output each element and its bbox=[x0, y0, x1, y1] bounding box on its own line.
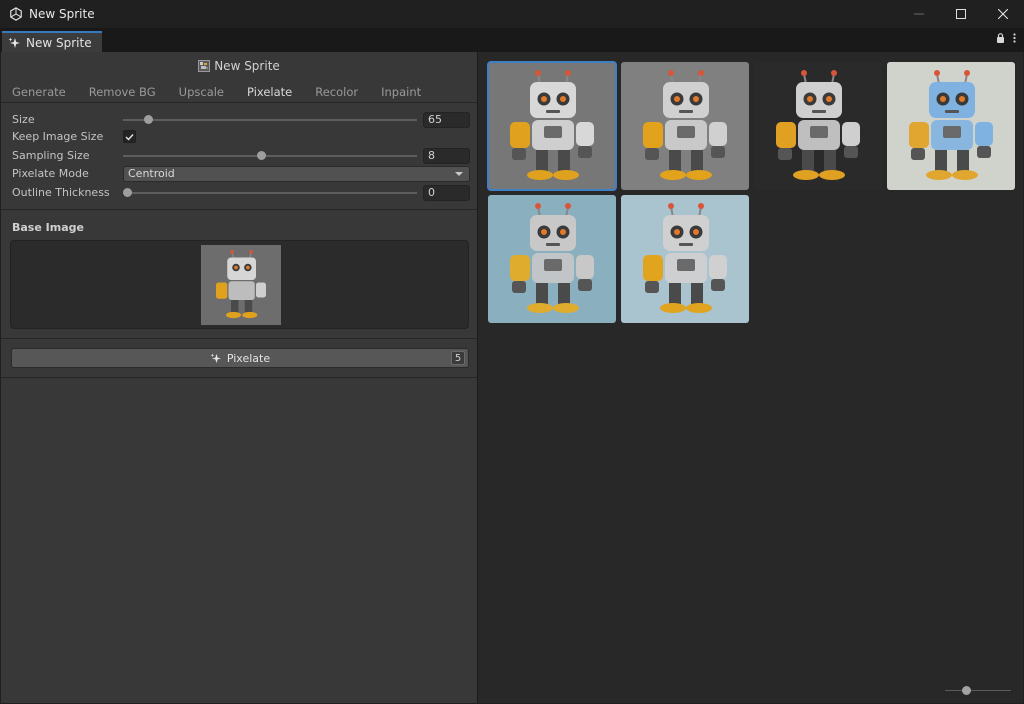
outline-thickness-field[interactable]: 0 bbox=[423, 184, 470, 201]
slider-thumb[interactable] bbox=[962, 686, 971, 695]
pixelate-mode-label: Pixelate Mode bbox=[12, 167, 89, 180]
tab-new-sprite[interactable]: New Sprite bbox=[2, 31, 102, 52]
slider-thumb[interactable] bbox=[257, 151, 266, 160]
lock-icon[interactable] bbox=[996, 33, 1005, 43]
slider-track bbox=[945, 690, 1011, 691]
tab-remove-bg[interactable]: Remove BG bbox=[89, 82, 156, 102]
robot-image bbox=[887, 62, 1015, 190]
sampling-size-label: Sampling Size bbox=[12, 149, 90, 162]
slider-track bbox=[123, 192, 417, 194]
pixelate-mode-value: Centroid bbox=[128, 166, 175, 180]
slider-thumb[interactable] bbox=[123, 188, 132, 197]
tab-label: New Sprite bbox=[26, 35, 92, 50]
size-slider[interactable] bbox=[123, 111, 417, 128]
close-icon bbox=[998, 9, 1008, 19]
credit-cost-badge: 5 bbox=[451, 351, 465, 365]
slider-track bbox=[123, 155, 417, 157]
unity-logo-icon bbox=[10, 7, 22, 21]
slider-track bbox=[123, 119, 417, 121]
pixelate-button-label: Pixelate bbox=[226, 351, 271, 365]
gallery-item[interactable] bbox=[488, 195, 616, 323]
base-image-thumbnail[interactable] bbox=[201, 245, 281, 325]
sprite-thumbnail-icon bbox=[198, 60, 211, 72]
more-options-icon[interactable] bbox=[1013, 33, 1016, 43]
robot-image bbox=[621, 195, 749, 323]
chevron-down-icon bbox=[455, 171, 463, 176]
outline-thickness-label: Outline Thickness bbox=[12, 186, 110, 199]
panel-header: New Sprite bbox=[1, 58, 477, 74]
window-title: New Sprite bbox=[29, 7, 95, 21]
base-image-title: Base Image bbox=[12, 221, 84, 234]
tab-upscale[interactable]: Upscale bbox=[179, 82, 224, 102]
size-label: Size bbox=[12, 113, 35, 126]
gallery-item[interactable] bbox=[621, 62, 749, 190]
minimize-button[interactable] bbox=[898, 0, 940, 28]
tab-inpaint[interactable]: Inpaint bbox=[381, 82, 421, 102]
size-field[interactable]: 65 bbox=[423, 111, 470, 128]
pixelate-mode-dropdown[interactable]: Centroid bbox=[123, 165, 470, 182]
tab-recolor[interactable]: Recolor bbox=[315, 82, 358, 102]
sampling-size-slider[interactable] bbox=[123, 147, 417, 164]
sparkle-icon bbox=[210, 352, 221, 363]
title-bar: New Sprite bbox=[0, 0, 1024, 28]
close-button[interactable] bbox=[982, 0, 1024, 28]
gallery-item[interactable] bbox=[887, 62, 1015, 190]
sampling-size-row: Sampling Size 8 bbox=[12, 147, 470, 164]
pixelate-mode-row: Pixelate Mode Centroid bbox=[12, 165, 470, 182]
divider bbox=[1, 377, 477, 378]
base-image-dropzone[interactable] bbox=[10, 240, 469, 329]
zoom-slider[interactable] bbox=[945, 686, 1011, 695]
settings-panel: New Sprite Generate Remove BG Upscale Pi… bbox=[1, 52, 477, 703]
tab-pixelate[interactable]: Pixelate bbox=[247, 82, 292, 102]
size-row: Size 65 bbox=[12, 111, 470, 128]
robot-image bbox=[201, 245, 281, 325]
sampling-size-field[interactable]: 8 bbox=[423, 147, 470, 164]
robot-image bbox=[488, 195, 616, 323]
robot-image bbox=[488, 62, 616, 190]
robot-image bbox=[621, 62, 749, 190]
outline-thickness-slider[interactable] bbox=[123, 184, 417, 201]
outline-thickness-row: Outline Thickness 0 bbox=[12, 184, 470, 201]
divider bbox=[1, 102, 477, 103]
gallery-item[interactable] bbox=[487, 61, 617, 191]
maximize-icon bbox=[956, 9, 966, 19]
checkmark-icon bbox=[125, 133, 134, 141]
tab-bar: New Sprite bbox=[0, 28, 1024, 52]
pixelate-button[interactable]: Pixelate 5 bbox=[11, 348, 469, 368]
results-gallery bbox=[478, 52, 1023, 703]
gallery-item[interactable] bbox=[754, 62, 882, 190]
divider bbox=[1, 338, 477, 339]
mode-tabs: Generate Remove BG Upscale Pixelate Reco… bbox=[1, 82, 477, 102]
robot-image bbox=[754, 62, 882, 190]
maximize-button[interactable] bbox=[940, 0, 982, 28]
tab-generate[interactable]: Generate bbox=[12, 82, 66, 102]
sparkle-icon bbox=[8, 37, 20, 48]
minimize-icon bbox=[914, 13, 924, 15]
keep-image-size-label: Keep Image Size bbox=[12, 130, 104, 143]
keep-image-size-checkbox[interactable] bbox=[123, 130, 136, 143]
keep-image-size-row: Keep Image Size bbox=[12, 128, 470, 145]
slider-thumb[interactable] bbox=[144, 115, 153, 124]
divider bbox=[1, 209, 477, 210]
gallery-item[interactable] bbox=[621, 195, 749, 323]
panel-title: New Sprite bbox=[214, 59, 280, 73]
